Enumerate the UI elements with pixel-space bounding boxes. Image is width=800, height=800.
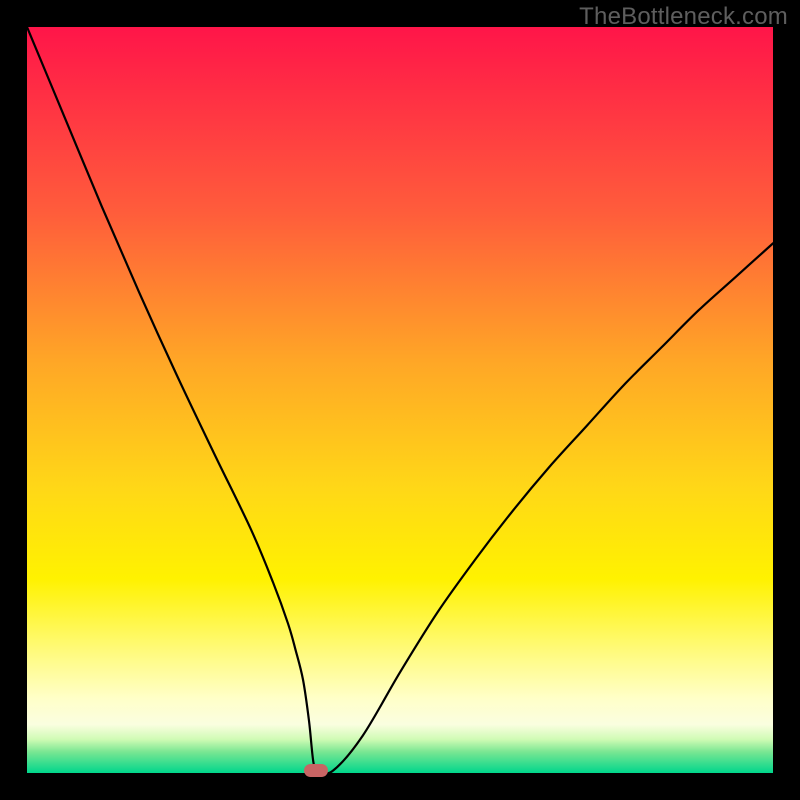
curve-path	[27, 27, 773, 773]
plot-area	[27, 27, 773, 773]
bottleneck-curve	[27, 27, 773, 773]
optimal-marker	[304, 764, 328, 777]
chart-frame: TheBottleneck.com	[0, 0, 800, 800]
